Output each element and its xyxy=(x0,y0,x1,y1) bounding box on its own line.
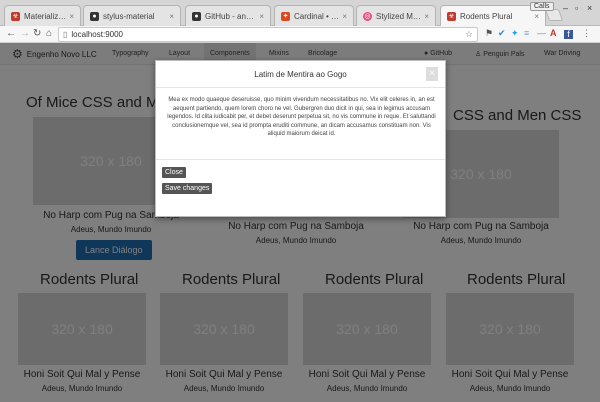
save-changes-button[interactable]: Save changes xyxy=(162,183,213,194)
browser-tab[interactable]: ● stylus-material × xyxy=(83,5,181,26)
close-tab-icon[interactable]: × xyxy=(69,12,74,21)
home-icon[interactable]: ⌂ xyxy=(46,28,52,39)
close-button[interactable]: Close xyxy=(162,167,186,178)
facebook-icon[interactable]: f xyxy=(564,30,573,39)
biohazard-icon: ☣ xyxy=(447,12,456,21)
acrobat-icon[interactable]: A xyxy=(550,28,557,38)
twitter-icon[interactable]: ✦ xyxy=(511,28,519,39)
github-icon: ● xyxy=(90,11,99,21)
close-tab-icon[interactable]: × xyxy=(259,12,264,21)
modal-title: Latim de Mentira ao Gogo xyxy=(254,70,347,79)
divider xyxy=(156,87,445,88)
close-tab-icon[interactable]: × xyxy=(342,12,347,21)
close-tab-icon[interactable]: × xyxy=(534,12,539,21)
biohazard-icon: ☣ xyxy=(11,11,20,21)
profile-button[interactable]: Calls xyxy=(530,2,554,11)
browser-tab[interactable]: ◎ Stylized Matter × xyxy=(356,5,436,26)
browser-toolbar: ← → ↻ ⌂ ▯ localhost:9000 ☆ ⚑ ✔ ✦ ≡ — A f… xyxy=(0,26,600,43)
browser-tab[interactable]: ● GitHub - angel × xyxy=(185,5,271,26)
extension-icon[interactable]: — xyxy=(537,28,546,38)
extension-icon[interactable]: ≡ xyxy=(524,28,529,38)
minimize-icon[interactable]: – xyxy=(563,3,568,13)
page-icon: ▯ xyxy=(63,30,68,39)
extension-icon[interactable]: ✔ xyxy=(498,28,506,39)
address-bar[interactable]: ▯ localhost:9000 ☆ xyxy=(58,27,478,42)
browser-tab-bar: ☣ Materialized Sty × ● stylus-material ×… xyxy=(0,0,600,27)
dribbble-icon: ◎ xyxy=(363,11,372,21)
close-tab-icon[interactable]: × xyxy=(169,12,174,21)
window-close-icon[interactable]: × xyxy=(587,3,592,13)
url-text: localhost:9000 xyxy=(71,30,123,39)
modal-close-icon[interactable]: × xyxy=(426,67,438,81)
modal-body-text: Mea ex modo quaeque deseruisse, quo mini… xyxy=(167,97,436,137)
maximize-icon[interactable]: ▫ xyxy=(575,3,578,13)
browser-tab[interactable]: ✦ Cardinal • Build × xyxy=(274,5,354,26)
divider xyxy=(156,159,445,160)
extension-icon[interactable]: ⚑ xyxy=(485,28,493,39)
back-arrow-icon[interactable]: ← xyxy=(6,28,16,39)
browser-tab[interactable]: ☣ Materialized Sty × xyxy=(4,5,81,26)
menu-icon[interactable]: ⋮ xyxy=(582,28,591,39)
modal-dialog: Latim de Mentira ao Gogo × Mea ex modo q… xyxy=(155,60,446,217)
page-viewport: ⚙ Engenho Novo LLC Typography Layout Com… xyxy=(0,43,600,402)
reload-icon[interactable]: ↻ xyxy=(33,28,41,39)
forward-arrow-icon[interactable]: → xyxy=(20,28,30,39)
cardinal-icon: ✦ xyxy=(281,11,290,21)
github-icon: ● xyxy=(192,11,201,21)
bookmark-star-icon[interactable]: ☆ xyxy=(465,29,473,40)
close-tab-icon[interactable]: × xyxy=(424,12,429,21)
